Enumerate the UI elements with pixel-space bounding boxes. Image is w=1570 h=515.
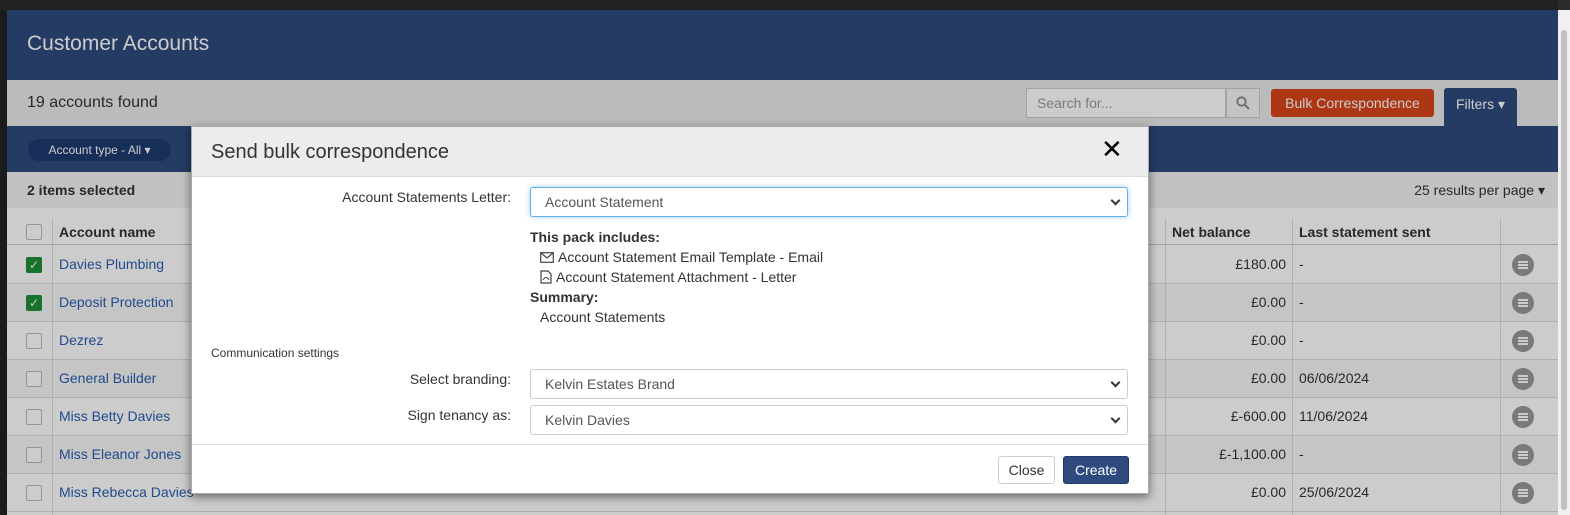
summary-text: Account Statements xyxy=(540,309,666,325)
letter-select-value: Account Statement xyxy=(545,194,664,210)
pack-heading: This pack includes: xyxy=(530,229,660,245)
chevron-down-icon xyxy=(1110,413,1121,424)
envelope-icon xyxy=(540,251,554,263)
create-button[interactable]: Create xyxy=(1063,456,1129,484)
branding-select[interactable]: Kelvin Estates Brand xyxy=(530,369,1128,399)
branding-select-value: Kelvin Estates Brand xyxy=(545,376,675,392)
branding-label: Select branding: xyxy=(409,371,511,387)
page-scrollbar[interactable] xyxy=(1558,10,1570,515)
chevron-down-icon xyxy=(1110,377,1121,388)
sign-tenancy-label: Sign tenancy as: xyxy=(407,407,511,423)
pack-item: Account Statement Attachment - Letter xyxy=(540,269,796,285)
chevron-down-icon xyxy=(1110,195,1121,206)
summary-heading: Summary: xyxy=(530,289,599,305)
dialog-header: Send bulk correspondence ✕ xyxy=(192,127,1148,177)
sign-tenancy-select-value: Kelvin Davies xyxy=(545,412,630,428)
bulk-correspondence-dialog: Send bulk correspondence ✕ Account State… xyxy=(191,126,1149,494)
sign-tenancy-select[interactable]: Kelvin Davies xyxy=(530,405,1128,435)
dialog-footer: Close Create xyxy=(192,444,1148,495)
close-icon[interactable]: ✕ xyxy=(1101,136,1123,162)
letter-select[interactable]: Account Statement xyxy=(530,187,1128,217)
communication-settings-heading: Communication settings xyxy=(211,346,340,360)
letter-label: Account Statements Letter: xyxy=(342,189,511,205)
pack-item-text: Account Statement Attachment - Letter xyxy=(556,269,797,285)
pack-item-text: Account Statement Email Template - Email xyxy=(558,249,824,265)
pack-item: Account Statement Email Template - Email xyxy=(540,249,823,265)
pdf-file-icon xyxy=(540,270,552,284)
close-button[interactable]: Close xyxy=(998,456,1055,484)
dialog-title: Send bulk correspondence xyxy=(211,141,449,163)
